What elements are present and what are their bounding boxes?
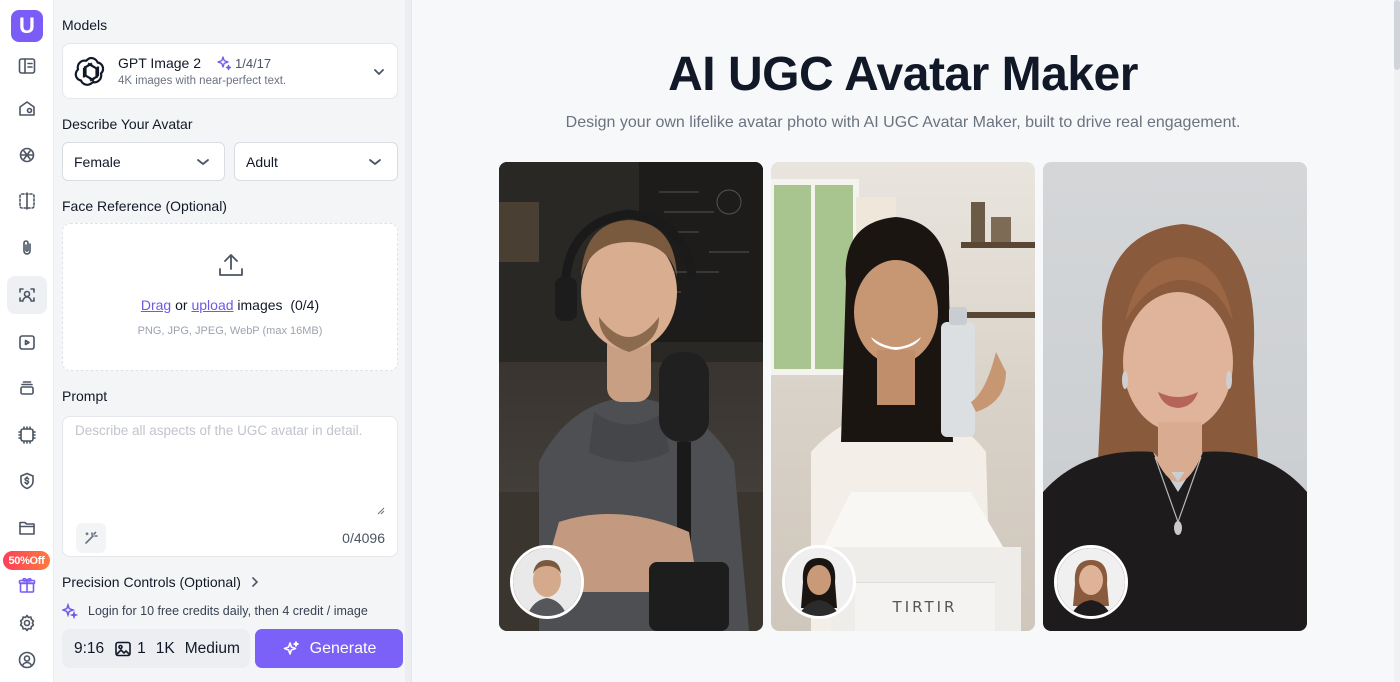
age-value: Adult: [246, 154, 278, 170]
drag-link[interactable]: Drag: [141, 297, 171, 313]
upload-count: (0/4): [290, 297, 320, 313]
app-logo[interactable]: U: [11, 10, 43, 42]
compare-icon[interactable]: [7, 182, 47, 220]
house-icon[interactable]: [7, 89, 47, 127]
layout-icon[interactable]: [7, 47, 47, 85]
face-thumbnail: [1057, 548, 1125, 616]
precision-label: Precision Controls (Optional): [62, 574, 241, 590]
images-text: images: [237, 297, 283, 313]
resolution[interactable]: 1K: [156, 640, 175, 658]
or-text: or: [175, 297, 188, 313]
face-upload-dropzone[interactable]: Drag or upload images (0/4) PNG, JPG, JP…: [62, 223, 398, 371]
chevron-down-icon: [197, 159, 209, 165]
aspect-ratio[interactable]: 9:16: [74, 640, 104, 658]
stack-icon[interactable]: [7, 369, 47, 407]
example-photo-presenter: [1043, 162, 1307, 631]
precision-controls-toggle[interactable]: Precision Controls (Optional): [62, 574, 261, 590]
avatar-thumbnail: [782, 545, 856, 619]
sparkle-icon: [217, 56, 232, 71]
model-description: 4K images with near-perfect text.: [118, 75, 287, 87]
page-subtitle: Design your own lifelike avatar photo wi…: [565, 114, 1241, 131]
user-icon[interactable]: [7, 641, 47, 679]
magic-wand-button[interactable]: [76, 523, 106, 553]
quality[interactable]: Medium: [185, 640, 240, 658]
video-add-icon[interactable]: [7, 323, 47, 361]
page-title: AI UGC Avatar Maker: [668, 48, 1138, 101]
gift-icon[interactable]: [7, 566, 47, 604]
ai-chip-icon[interactable]: [7, 416, 47, 454]
prompt-placeholder: Describe all aspects of the UGC avatar i…: [75, 423, 363, 438]
dollar-shield-icon[interactable]: [7, 462, 47, 500]
example-photo-podcaster: [499, 162, 763, 631]
main-scrollbar[interactable]: [1394, 0, 1400, 682]
model-name: GPT Image 2: [118, 55, 202, 71]
models-label: Models: [62, 17, 108, 33]
upload-instructions: Drag or upload images (0/4): [63, 297, 397, 313]
chevron-right-icon: [252, 577, 259, 587]
model-version-text: 1/4/17: [235, 55, 272, 71]
avatar-thumbnail: [1054, 545, 1128, 619]
main-content: AI UGC Avatar Maker Design your own life…: [412, 0, 1400, 682]
model-selector[interactable]: GPT Image 2 1/4/17 4K images with near-p…: [62, 43, 398, 99]
resize-handle-icon[interactable]: [377, 507, 385, 515]
settings-icon[interactable]: [7, 604, 47, 642]
gender-value: Female: [74, 154, 121, 170]
face-scan-icon[interactable]: [7, 276, 47, 314]
face-thumbnail: [785, 548, 853, 616]
folder-icon[interactable]: [7, 509, 47, 547]
panel-scrollbar[interactable]: [405, 0, 411, 682]
icon-rail: U 50%Off: [0, 0, 54, 682]
magic-wand-icon: [85, 531, 98, 544]
upload-icon: [219, 254, 243, 276]
sparkle-icon: [62, 603, 78, 619]
product-box-brand: TIRTIR: [855, 582, 995, 631]
login-note: Login for 10 free credits daily, then 4 …: [62, 603, 368, 619]
face-reference-label: Face Reference (Optional): [62, 198, 227, 214]
chevron-down-icon[interactable]: [372, 65, 386, 79]
upload-link[interactable]: upload: [191, 297, 233, 313]
describe-label: Describe Your Avatar: [62, 116, 193, 132]
example-photo-product: TIRTIR: [771, 162, 1035, 631]
openai-icon[interactable]: [7, 136, 47, 174]
age-select[interactable]: Adult: [234, 142, 398, 181]
upload-hint: PNG, JPG, JPEG, WebP (max 16MB): [137, 325, 323, 337]
image-count-group[interactable]: 1: [114, 640, 146, 658]
login-note-text: Login for 10 free credits daily, then 4 …: [88, 604, 368, 618]
char-count: 0/4096: [342, 530, 385, 546]
model-version: 1/4/17: [216, 55, 271, 71]
generate-button[interactable]: Generate: [255, 629, 403, 668]
chevron-down-icon: [369, 159, 381, 165]
sparkle-icon: [283, 640, 299, 655]
paperclip-icon[interactable]: [7, 229, 47, 267]
prompt-textarea[interactable]: Describe all aspects of the UGC avatar i…: [62, 416, 398, 557]
prompt-label: Prompt: [62, 388, 108, 404]
image-count: 1: [137, 639, 146, 657]
generate-label: Generate: [309, 639, 377, 657]
avatar-thumbnail: [510, 545, 584, 619]
generation-settings[interactable]: 9:16 1 1K Medium: [62, 629, 250, 668]
face-thumbnail: [513, 548, 581, 616]
image-icon: [115, 641, 131, 656]
gender-select[interactable]: Female: [62, 142, 225, 181]
openai-logo-icon: [74, 56, 105, 86]
